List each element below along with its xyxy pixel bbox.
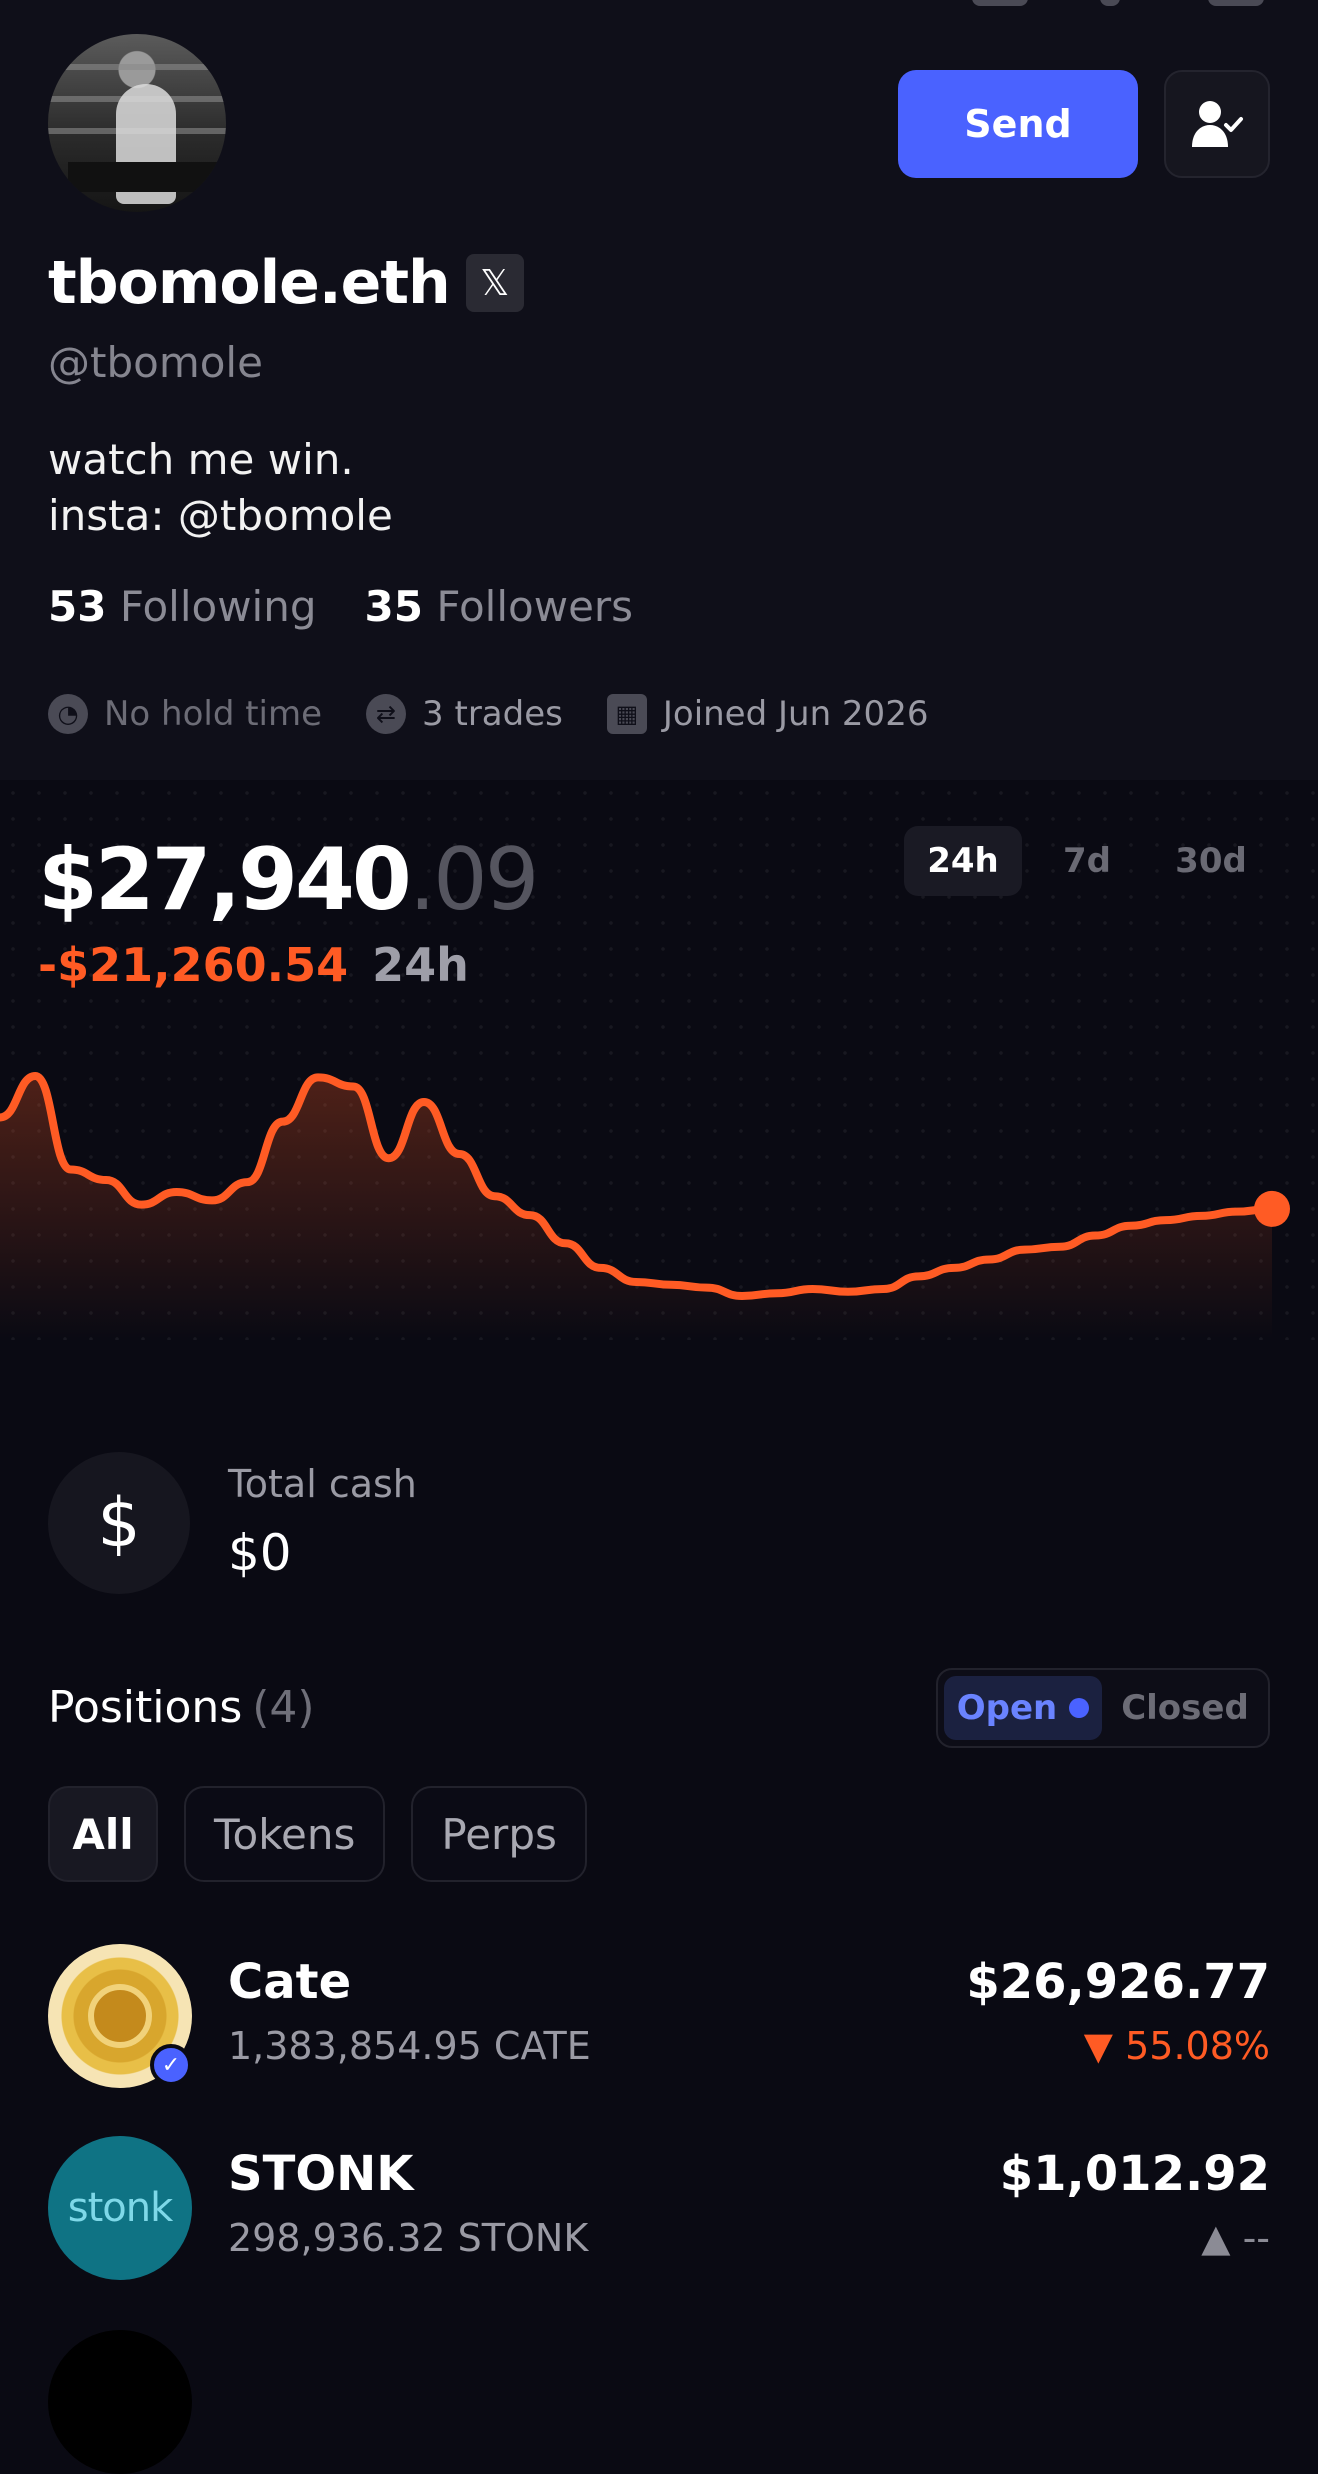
hold-time-stat: ◔ No hold time xyxy=(48,694,322,734)
filter-chips: All Tokens Perps xyxy=(48,1786,613,1882)
dollar-icon: $ xyxy=(48,1452,190,1594)
token-name: STONK xyxy=(228,2146,414,2202)
chart-end-point[interactable] xyxy=(1254,1190,1290,1227)
range-24h[interactable]: 24h xyxy=(904,826,1022,896)
positions-title: Positions (4) xyxy=(48,1682,315,1733)
calendar-icon: ▦ xyxy=(606,694,647,734)
token-quantity: 1,383,854.95 CATE xyxy=(228,2024,591,2068)
cash-value: $0 xyxy=(228,1524,292,1582)
portfolio-value: $27,940.09 xyxy=(38,830,540,930)
toggle-dot-icon xyxy=(1069,1698,1090,1718)
portfolio-change: -$21,260.54 24h xyxy=(38,938,469,992)
profile-stats: ◔ No hold time ⇄ 3 trades ▦ Joined Jun 2… xyxy=(48,694,972,734)
trades-text: 3 trades xyxy=(422,694,563,734)
position-row[interactable]: ✓ Cate 1,383,854.95 CATE $26,926.77 ▼ 55… xyxy=(48,1944,1270,2094)
follow-counts: 53 Following 35 Followers xyxy=(48,582,633,631)
hold-time-text: No hold time xyxy=(104,694,323,734)
token-change: ▲ -- xyxy=(1201,2216,1270,2260)
range-30d[interactable]: 30d xyxy=(1152,826,1270,896)
token-value: $26,926.77 xyxy=(966,1954,1270,2010)
token-change: ▼ 55.08% xyxy=(1083,2024,1270,2068)
profile-bio: watch me win. insta: @tbomole xyxy=(48,432,393,544)
token-value: $1,012.92 xyxy=(999,2146,1270,2202)
following-label: Following xyxy=(119,582,317,631)
status-icon xyxy=(1100,0,1120,6)
filter-all[interactable]: All xyxy=(48,1786,158,1882)
profile-name: tbomole.eth xyxy=(48,248,451,318)
value-dollars: $27,940 xyxy=(38,830,412,930)
toggle-closed[interactable]: Closed xyxy=(1102,1688,1268,1728)
following-link[interactable]: 53 Following xyxy=(48,582,317,631)
portfolio-chart xyxy=(0,1072,1290,1340)
followers-link[interactable]: 35 Followers xyxy=(365,582,634,631)
profile-header: Send tbomole.eth 𝕏 @tbomole watch me win… xyxy=(0,0,1318,780)
bio-line: insta: @tbomole xyxy=(48,491,393,540)
cate-token-logo: ✓ xyxy=(48,1944,192,2088)
user-check-icon xyxy=(1192,101,1243,147)
joined-stat: ▦ Joined Jun 2026 xyxy=(606,694,929,734)
token-name: Cate xyxy=(228,1954,352,2010)
status-icon xyxy=(1208,0,1264,6)
name-row: tbomole.eth 𝕏 xyxy=(48,248,524,318)
token-quantity: 298,936.32 STONK xyxy=(228,2216,589,2260)
followers-count: 35 xyxy=(364,582,423,631)
token-logo-partial xyxy=(48,2330,192,2474)
change-period: 24h xyxy=(372,938,469,992)
avatar[interactable] xyxy=(48,34,226,212)
verified-icon: ✓ xyxy=(150,2044,192,2086)
filter-tokens[interactable]: Tokens xyxy=(184,1786,386,1882)
toggle-open[interactable]: Open xyxy=(944,1676,1102,1740)
toggle-open-label: Open xyxy=(956,1688,1058,1728)
followers-label: Followers xyxy=(436,582,634,631)
trades-stat: ⇄ 3 trades xyxy=(366,694,563,734)
following-count: 53 xyxy=(48,582,107,631)
stonk-token-logo: stonk xyxy=(48,2136,192,2280)
positions-count: (4) xyxy=(252,1682,315,1733)
position-row[interactable]: stonk STONK 298,936.32 STONK $1,012.92 ▲… xyxy=(48,2136,1270,2286)
x-icon[interactable]: 𝕏 xyxy=(465,254,524,312)
change-amount: -$21,260.54 xyxy=(38,938,349,992)
chart-area-fill xyxy=(0,1076,1272,1340)
range-selector: 24h 7d 30d xyxy=(898,826,1270,896)
swap-icon: ⇄ xyxy=(366,694,407,734)
joined-text: Joined Jun 2026 xyxy=(662,694,929,734)
profile-handle: @tbomole xyxy=(48,338,263,387)
open-closed-toggle: Open Closed xyxy=(936,1668,1270,1748)
bio-line: watch me win. xyxy=(48,435,354,484)
positions-label: Positions xyxy=(48,1682,243,1733)
value-cents: .09 xyxy=(408,830,540,930)
range-7d[interactable]: 7d xyxy=(1028,826,1146,896)
send-button[interactable]: Send xyxy=(898,70,1138,178)
cash-label: Total cash xyxy=(228,1462,417,1506)
status-icon xyxy=(972,0,1028,6)
clock-icon: ◔ xyxy=(48,694,88,734)
filter-perps[interactable]: Perps xyxy=(411,1786,587,1882)
follow-button[interactable] xyxy=(1164,70,1270,178)
